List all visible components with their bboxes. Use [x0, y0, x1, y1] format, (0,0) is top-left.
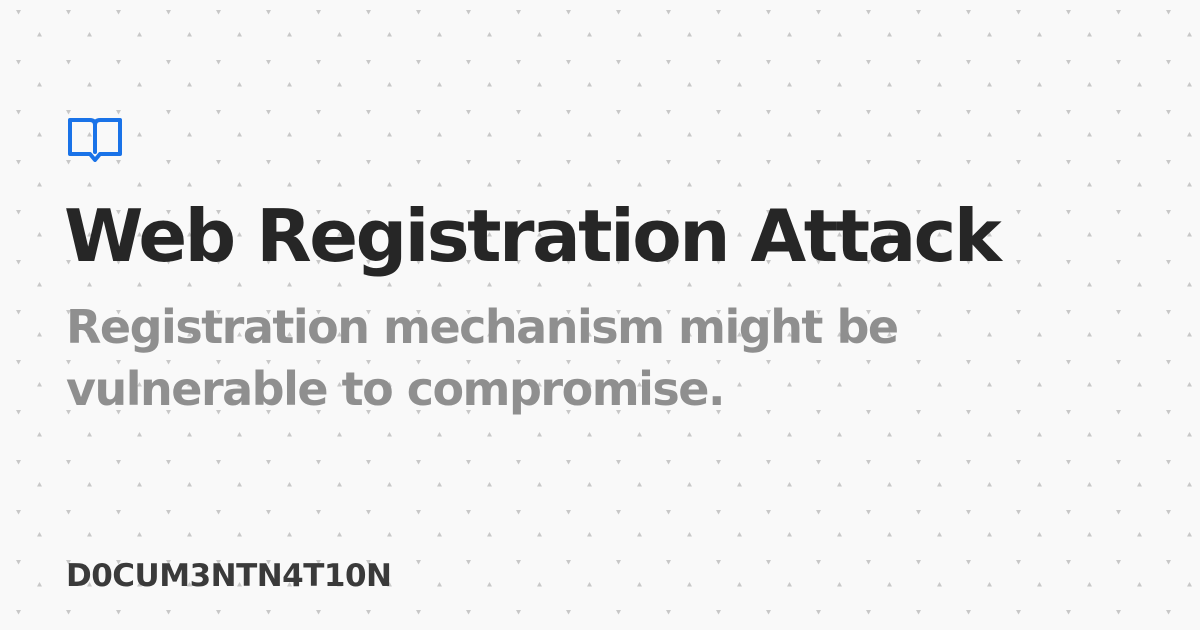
page-subtitle: Registration mechanism might be vulnerab…: [66, 300, 899, 416]
book-icon: [68, 118, 122, 162]
page-title: Web Registration Attack: [64, 194, 1002, 278]
site-brand: D0CUM3NTN4T10N: [66, 558, 392, 594]
